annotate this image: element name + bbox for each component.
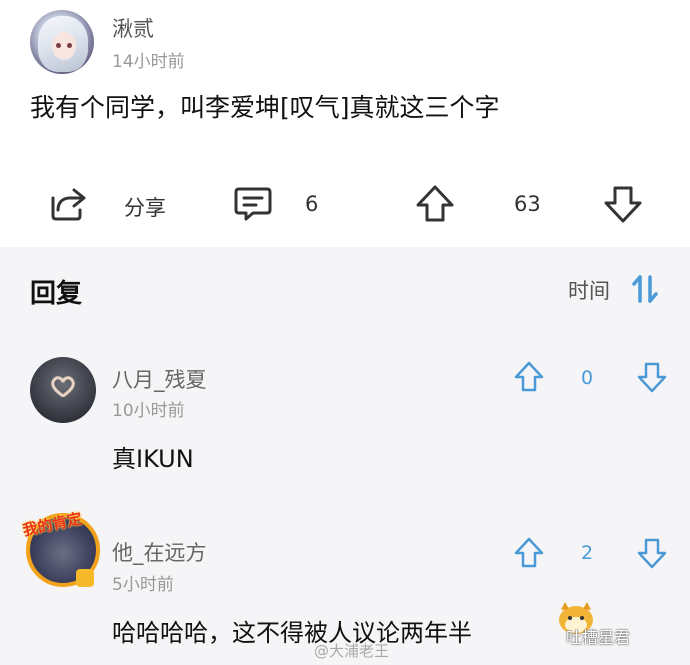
downvote-icon[interactable]: [603, 184, 643, 224]
reply-vote-count: 0: [581, 367, 594, 389]
watermark-left: @大浦老王: [314, 642, 390, 660]
reply-text: 哈哈哈哈，这不得被人议论两年半: [112, 619, 472, 647]
reply-time: 10小时前: [112, 401, 185, 421]
watermark-right: 吐槽星君: [566, 628, 631, 647]
comment-count[interactable]: 6: [305, 192, 318, 216]
downvote-icon[interactable]: [637, 361, 667, 393]
post-action-bar: 分享 6 63: [0, 180, 690, 228]
sort-label[interactable]: 时间: [568, 275, 610, 305]
post: 湫贰 14小时前 我有个同学，叫李爱坤[叹气]真就这三个字 分享 6 63: [0, 0, 690, 247]
reply-avatar[interactable]: [30, 357, 96, 423]
share-button[interactable]: 分享: [124, 192, 166, 222]
upvote-icon[interactable]: [514, 537, 544, 569]
upvote-icon[interactable]: [514, 361, 544, 393]
replies-title: 回复: [30, 279, 83, 309]
post-avatar[interactable]: [30, 10, 94, 74]
reply-time: 5小时前: [112, 575, 174, 595]
upvote-icon[interactable]: [415, 184, 455, 224]
downvote-icon[interactable]: [637, 537, 667, 569]
reply-vote-count: 2: [581, 542, 594, 564]
post-text: 我有个同学，叫李爱坤[叹气]真就这三个字: [30, 93, 500, 122]
sort-icon[interactable]: [632, 275, 658, 303]
thumbs-up-icon: [76, 569, 94, 587]
post-time: 14小时前: [112, 52, 185, 72]
reply-username[interactable]: 八月_残夏: [112, 364, 207, 394]
comment-icon[interactable]: [233, 186, 273, 222]
reply-username[interactable]: 他_在远方: [112, 537, 207, 567]
reply-text: 真IKUN: [112, 445, 194, 473]
like-count: 63: [514, 192, 541, 216]
post-username[interactable]: 湫贰: [112, 13, 154, 43]
share-icon[interactable]: [50, 186, 88, 222]
